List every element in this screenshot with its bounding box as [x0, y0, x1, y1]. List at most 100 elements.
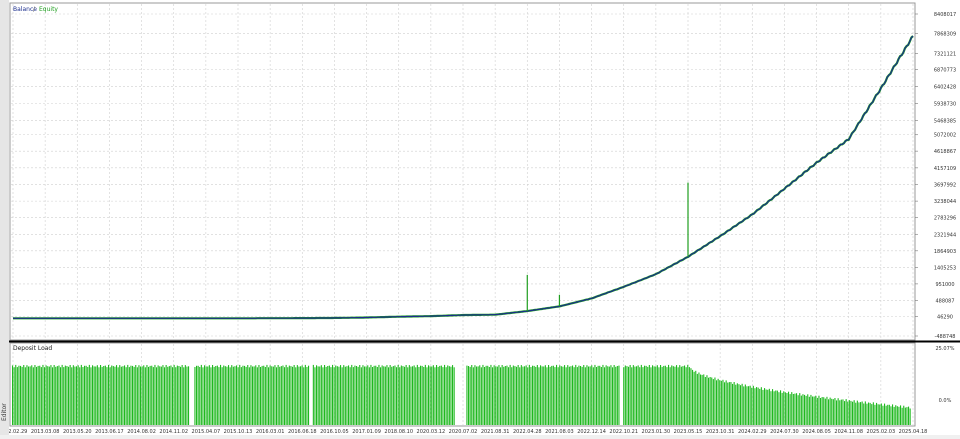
deposit-load-bar — [784, 392, 786, 425]
deposit-load-bar — [525, 365, 527, 425]
deposit-load-bar — [221, 367, 223, 425]
deposit-load-bar — [652, 365, 654, 425]
deposit-load-bar — [546, 367, 548, 425]
deposit-load-bar — [124, 365, 126, 425]
deposit-load-bar — [786, 393, 788, 425]
deposit-load-bar — [101, 366, 103, 425]
deposit-load-bar — [298, 366, 300, 425]
deposit-load-bar — [896, 406, 898, 425]
deposit-load-bar — [50, 365, 52, 425]
deposit-load-bar — [509, 364, 511, 425]
deposit-load-bar — [412, 366, 414, 425]
deposit-load-bar — [900, 405, 902, 425]
x-tick-label: 2016.10.05 — [320, 429, 349, 435]
deposit-load-bar — [820, 398, 822, 425]
deposit-load-bar — [140, 366, 142, 425]
deposit-load-bar — [239, 364, 241, 425]
deposit-load-bar — [336, 366, 338, 425]
deposit-load-bar — [780, 390, 782, 425]
deposit-load-bar — [196, 365, 198, 425]
deposit-load-bar — [477, 366, 479, 425]
deposit-load-bar — [682, 366, 684, 425]
deposit-load-bar — [343, 365, 345, 425]
deposit-load-bar — [832, 399, 834, 425]
deposit-load-bar — [584, 367, 586, 425]
deposit-load-bar — [888, 404, 890, 425]
deposit-load-bar — [522, 366, 524, 425]
deposit-load-bar — [565, 367, 567, 425]
deposit-load-bar — [410, 366, 412, 425]
deposit-load-bar — [132, 365, 134, 425]
deposit-load-bar — [861, 401, 863, 425]
deposit-load-bar — [352, 367, 354, 425]
deposit-load-bar — [834, 398, 836, 425]
deposit-load-bar — [685, 367, 687, 425]
deposit-load-bar — [730, 382, 732, 425]
deposit-load-bar — [384, 366, 386, 425]
deposit-load-bar — [236, 365, 238, 425]
deposit-load-bar — [589, 366, 591, 425]
x-tick-label: 2024.07.30 — [770, 429, 799, 435]
deposit-load-bar — [127, 364, 129, 425]
deposit-load-bar — [493, 365, 495, 425]
deposit-load-bar — [490, 364, 492, 425]
deposit-load-bar — [437, 366, 439, 425]
deposit-load-bar — [541, 366, 543, 425]
deposit-load-bar — [292, 366, 294, 425]
deposit-load-bar — [130, 365, 132, 425]
deposit-load-bar — [701, 374, 703, 425]
deposit-load-bar — [74, 366, 76, 425]
deposit-load-bar — [904, 407, 906, 425]
deposit-load-bar — [567, 365, 569, 425]
deposit-load-bar — [632, 365, 634, 425]
deposit-load-bar — [645, 365, 647, 425]
deposit-load-bar — [295, 367, 297, 425]
y-tick-label: 5938730 — [934, 101, 956, 107]
deposit-load-bar — [415, 367, 417, 425]
deposit-load-bar — [564, 365, 566, 425]
deposit-load-bar — [76, 366, 78, 425]
deposit-load-bar — [608, 366, 610, 425]
x-tick-label: 2021.08.31 — [481, 429, 510, 435]
deposit-load-bar — [95, 366, 97, 425]
x-tick-label: 2013.03.08 — [31, 429, 60, 435]
deposit-load-bar — [837, 398, 839, 425]
deposit-load-bar — [108, 364, 110, 425]
x-tick-label: 2017.01.09 — [352, 429, 381, 435]
deposit-load-bar — [757, 387, 759, 425]
deposit-load-bar — [725, 380, 727, 425]
deposit-load-bar — [628, 366, 630, 425]
deposit-load-bar — [735, 384, 737, 425]
deposit-load-bar — [544, 365, 546, 425]
x-tick-label: 2023.10.31 — [706, 429, 735, 435]
deposit-load-bar — [452, 365, 454, 425]
deposit-load-bar — [663, 365, 665, 425]
deposit-load-bar — [444, 364, 446, 425]
deposit-load-bar — [492, 367, 494, 425]
deposit-load-bar — [823, 397, 825, 425]
deposit-load-bar — [559, 365, 561, 425]
deposit-load-bar — [32, 367, 34, 425]
deposit-load-bar — [290, 366, 292, 425]
deposit-load-bar — [52, 367, 54, 425]
deposit-load-bar — [591, 365, 593, 425]
deposit-load-bar — [42, 364, 44, 425]
deposit-max-label: 25.07% — [935, 346, 954, 352]
deposit-load-bar — [357, 366, 359, 425]
deposit-load-bar — [679, 365, 681, 425]
deposit-load-title: Deposit Load — [13, 345, 52, 352]
deposit-load-bar — [344, 366, 346, 425]
deposit-load-bar — [256, 367, 258, 425]
deposit-load-bar — [908, 406, 910, 425]
deposit-load-bar — [93, 366, 95, 425]
deposit-load-bar — [618, 365, 620, 425]
deposit-load-bar — [263, 365, 265, 425]
y-tick-label: 5072002 — [934, 133, 956, 139]
deposit-load-bar — [335, 365, 337, 425]
deposit-load-bar — [255, 365, 257, 425]
deposit-load-bar — [144, 367, 146, 425]
deposit-load-bar — [244, 365, 246, 425]
y-tick-label: 4157109 — [934, 166, 956, 172]
deposit-load-bar — [792, 394, 794, 425]
tester-chart-svg: Balance / Equity -4887484629048808795100… — [0, 2, 960, 435]
